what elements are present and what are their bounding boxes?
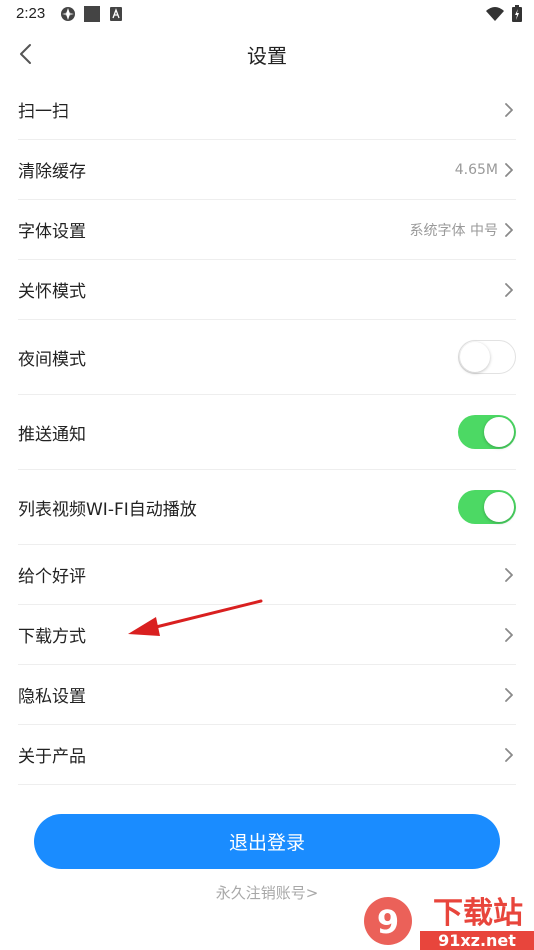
settings-item-about[interactable]: 关于产品 xyxy=(18,725,516,785)
status-bar: 2:23 xyxy=(0,0,534,28)
settings-item-label: 夜间模式 xyxy=(18,349,86,370)
night-mode-toggle[interactable] xyxy=(458,340,516,374)
settings-item-clear-cache[interactable]: 清除缓存 4.65M xyxy=(18,140,516,200)
settings-item-label: 关于产品 xyxy=(18,747,86,767)
push-notification-toggle[interactable] xyxy=(458,415,516,449)
settings-item-label: 关怀模式 xyxy=(18,282,86,302)
chevron-right-icon xyxy=(505,102,513,117)
settings-item-font[interactable]: 字体设置 系统字体 中号 xyxy=(18,200,516,260)
chevron-right-icon xyxy=(505,162,513,177)
settings-item-label: 推送通知 xyxy=(18,424,86,445)
chevron-right-icon xyxy=(505,747,513,762)
settings-item-scan[interactable]: 扫一扫 xyxy=(18,80,516,140)
settings-item-push: 推送通知 xyxy=(18,395,516,470)
cache-size-value: 4.65M xyxy=(454,161,498,178)
chevron-right-icon xyxy=(505,627,513,642)
settings-item-rate[interactable]: 给个好评 xyxy=(18,545,516,605)
toggle-knob xyxy=(460,342,490,372)
chevron-right-icon xyxy=(505,687,513,702)
chevron-right-icon xyxy=(505,282,513,297)
settings-item-download[interactable]: 下载方式 xyxy=(18,605,516,665)
settings-item-label: 清除缓存 xyxy=(18,162,86,182)
settings-item-label: 列表视频WI-FI自动播放 xyxy=(18,499,197,520)
settings-list: 扫一扫 清除缓存 4.65M 字体设置 系统字体 中号 关怀模式 夜间模式 推送… xyxy=(18,80,516,785)
watermark-domain: 91xz.net xyxy=(438,931,516,950)
toggle-knob xyxy=(484,417,514,447)
app-notification-icon xyxy=(110,6,122,25)
chevron-right-icon xyxy=(505,222,513,237)
font-setting-value: 系统字体 中号 xyxy=(409,222,498,239)
autoplay-toggle[interactable] xyxy=(458,490,516,524)
settings-item-label: 扫一扫 xyxy=(18,102,69,122)
sync-icon xyxy=(60,6,76,26)
settings-item-label: 隐私设置 xyxy=(18,687,86,707)
settings-item-privacy[interactable]: 隐私设置 xyxy=(18,665,516,725)
page-title: 设置 xyxy=(247,44,287,68)
toggle-knob xyxy=(484,492,514,522)
settings-item-night-mode: 夜间模式 xyxy=(18,320,516,395)
watermark-logo: 9 下载站 91xz.net xyxy=(364,896,534,950)
settings-item-label: 下载方式 xyxy=(18,627,86,647)
battery-icon xyxy=(512,5,522,26)
header: 设置 xyxy=(0,28,534,80)
square-notification-icon xyxy=(84,6,100,26)
settings-item-label: 给个好评 xyxy=(18,567,86,587)
watermark-brand: 下载站 xyxy=(433,896,523,931)
settings-item-label: 字体设置 xyxy=(18,222,86,242)
settings-item-autoplay: 列表视频WI-FI自动播放 xyxy=(18,470,516,545)
chevron-right-icon xyxy=(505,567,513,582)
status-time: 2:23 xyxy=(16,5,46,22)
wifi-icon xyxy=(486,6,504,26)
logout-button[interactable]: 退出登录 xyxy=(34,814,500,869)
settings-item-care-mode[interactable]: 关怀模式 xyxy=(18,260,516,320)
svg-text:9: 9 xyxy=(377,903,399,941)
